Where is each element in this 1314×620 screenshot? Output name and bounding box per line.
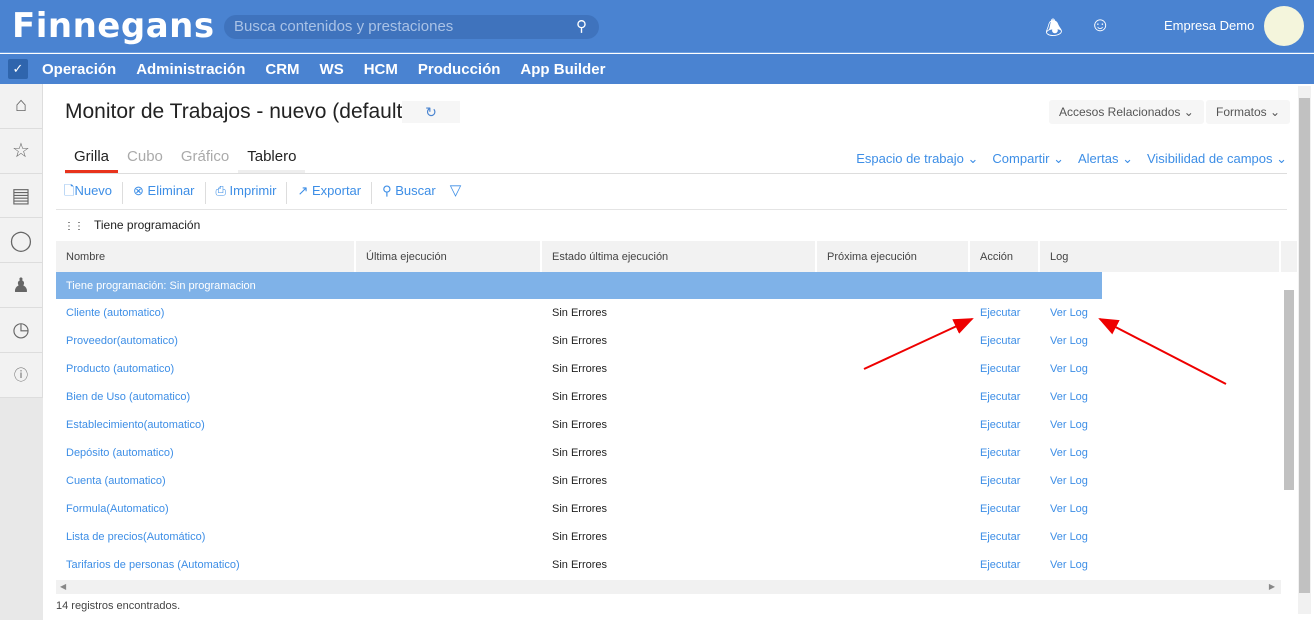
arrow-to-ver-log <box>1098 318 1227 385</box>
arrow-to-ejecutar <box>863 318 974 370</box>
annotation-arrows <box>863 318 1227 385</box>
